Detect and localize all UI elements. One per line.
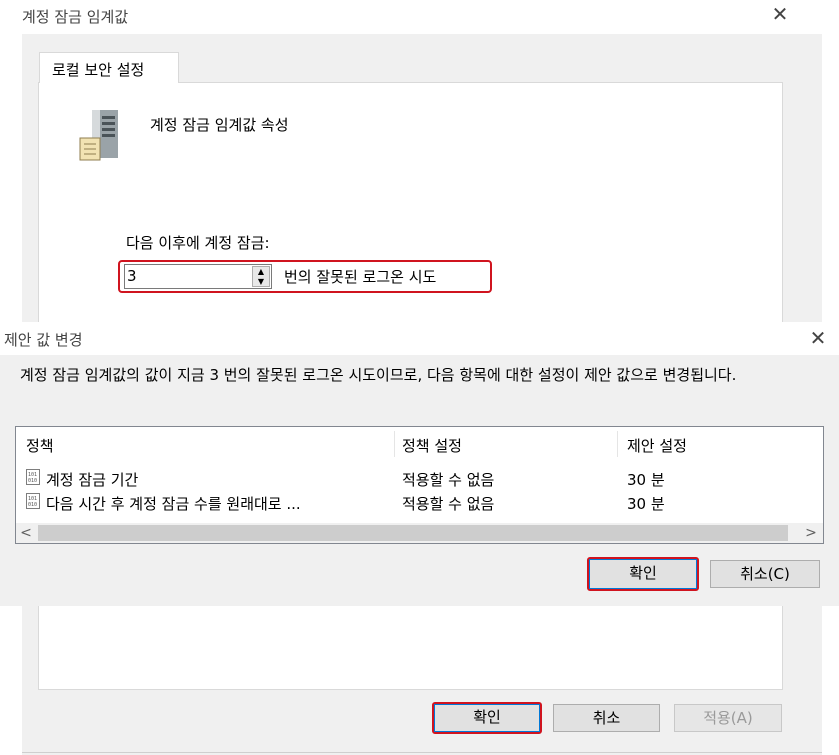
- cancel-button[interactable]: 취소: [553, 704, 660, 732]
- tab-local-security[interactable]: 로컬 보안 설정: [39, 52, 179, 83]
- suggest-ok-label: 확인: [589, 559, 697, 589]
- close-icon[interactable]: ✕: [768, 4, 792, 28]
- dialog-title: 계정 잠금 임계값: [22, 8, 129, 26]
- table-row[interactable]: 101 010 다음 시간 후 계정 잠금 수를 원래대로 ... 적용할 수 없…: [16, 490, 823, 514]
- suggest-cancel-button[interactable]: 취소(C): [710, 560, 820, 588]
- row-policy: 다음 시간 후 계정 잠금 수를 원래대로 ...: [46, 495, 301, 513]
- apply-button: 적용(A): [674, 704, 782, 732]
- scroll-right-icon[interactable]: >: [801, 523, 821, 543]
- column-divider: [394, 431, 395, 457]
- ok-button[interactable]: 확인: [432, 702, 542, 734]
- suggested-values-dialog: 제안 값 변경 ✕ 계정 잠금 임계값의 값이 지금 3 번의 잘못된 로그온 …: [0, 322, 839, 606]
- policy-item-icon: 101 010: [26, 469, 40, 485]
- server-policy-icon: [78, 108, 126, 162]
- suggest-titlebar: [0, 322, 839, 355]
- column-divider: [617, 431, 618, 457]
- horizontal-scrollbar[interactable]: < >: [16, 523, 823, 543]
- stepper-value: 3: [127, 267, 137, 285]
- suggest-list[interactable]: 정책 정책 설정 제안 설정 101 010 계정 잠금 기간 적용할 수 없음 …: [15, 426, 824, 544]
- column-header-setting[interactable]: 정책 설정: [402, 435, 462, 456]
- svg-text:010: 010: [28, 478, 37, 484]
- policy-item-icon: 101 010: [26, 493, 40, 509]
- lockout-suffix: 번의 잘못된 로그온 시도: [284, 268, 437, 286]
- row-setting: 적용할 수 없음: [402, 471, 495, 489]
- column-header-policy[interactable]: 정책: [26, 435, 54, 456]
- suggest-ok-button[interactable]: 확인: [587, 557, 699, 591]
- ok-button-label: 확인: [434, 704, 540, 732]
- row-suggested: 30 분: [627, 471, 665, 489]
- close-icon[interactable]: ✕: [806, 328, 830, 352]
- stepper-buttons[interactable]: ▲ ▼: [252, 266, 270, 287]
- suggest-dialog-title: 제안 값 변경: [4, 331, 83, 349]
- bottom-divider: [22, 752, 822, 753]
- row-setting: 적용할 수 없음: [402, 495, 495, 513]
- scroll-left-icon[interactable]: <: [16, 523, 36, 543]
- lockout-threshold-stepper[interactable]: 3 ▲ ▼: [124, 264, 272, 289]
- table-row[interactable]: 101 010 계정 잠금 기간 적용할 수 없음 30 분: [16, 466, 823, 490]
- scroll-thumb[interactable]: [38, 525, 788, 541]
- suggest-message: 계정 잠금 임계값의 값이 지금 3 번의 잘못된 로그온 시도이므로, 다음 …: [20, 366, 737, 384]
- row-suggested: 30 분: [627, 495, 665, 513]
- column-header-suggested[interactable]: 제안 설정: [627, 435, 687, 456]
- svg-text:010: 010: [28, 502, 37, 508]
- policy-heading: 계정 잠금 임계값 속성: [150, 116, 289, 134]
- lockout-field-label: 다음 이후에 계정 잠금:: [126, 234, 270, 252]
- row-policy: 계정 잠금 기간: [46, 471, 139, 489]
- tab-label: 로컬 보안 설정: [52, 61, 145, 79]
